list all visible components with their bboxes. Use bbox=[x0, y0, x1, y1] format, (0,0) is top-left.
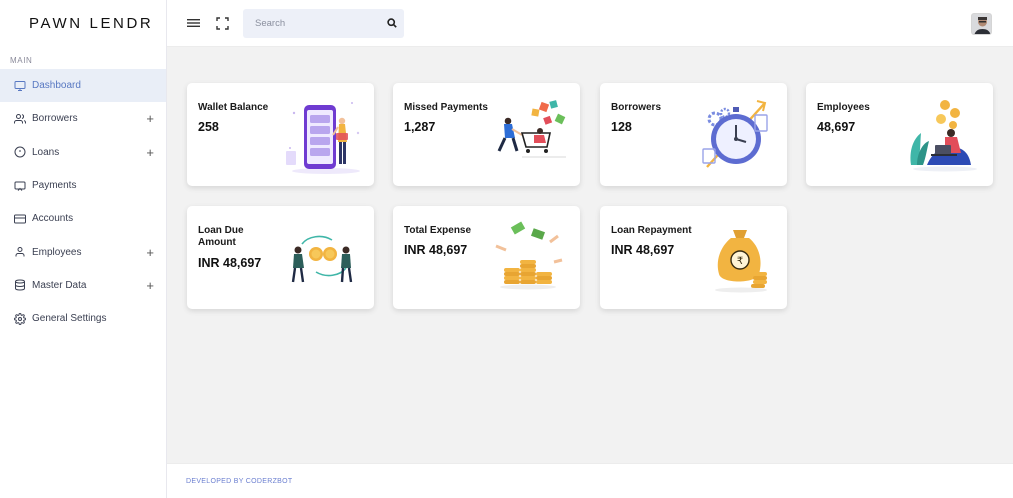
footer-credit[interactable]: DEVELOPED BY CODERZBOT bbox=[186, 478, 292, 485]
stat-card-total-expense[interactable]: Total Expense INR 48,697 bbox=[393, 206, 580, 309]
stat-card-missed-payments[interactable]: Missed Payments 1,287 bbox=[393, 83, 580, 186]
card-value: 258 bbox=[198, 120, 219, 134]
stopwatch-illustration bbox=[702, 100, 768, 168]
sidebar-section-label: MAIN bbox=[10, 56, 33, 65]
card-title: Loan Repayment bbox=[611, 225, 692, 236]
card-value: 1,287 bbox=[404, 120, 436, 134]
sidebar-item-dashboard[interactable]: Dashboard bbox=[0, 69, 166, 103]
gear-icon bbox=[13, 312, 26, 325]
phone-wallet-illustration bbox=[286, 102, 360, 174]
expand-plus-icon[interactable]: + bbox=[146, 246, 154, 259]
topbar bbox=[167, 0, 1013, 47]
person-laptop-illustration bbox=[910, 100, 977, 172]
sidebar-item-label: Employees bbox=[32, 246, 82, 258]
svg-text:₹: ₹ bbox=[737, 256, 743, 267]
stat-card-loan-due-amount[interactable]: Loan Due Amount INR 48,697 bbox=[187, 206, 374, 309]
card-title: Wallet Balance bbox=[198, 102, 269, 113]
sidebar-item-accounts[interactable]: Accounts bbox=[0, 202, 166, 235]
card-title: Employees bbox=[817, 102, 870, 113]
cast-icon bbox=[13, 179, 26, 192]
sidebar-item-label: Payments bbox=[32, 180, 77, 192]
sidebar-item-employees[interactable]: Employees + bbox=[0, 235, 166, 268]
card-title: Missed Payments bbox=[404, 102, 488, 113]
sidebar: PAWN LENDR MAIN Dashboard Borrowers + Lo… bbox=[0, 0, 167, 498]
card-value: INR 48,697 bbox=[198, 256, 262, 270]
expand-plus-icon[interactable]: + bbox=[146, 279, 154, 292]
card-value: INR 48,697 bbox=[404, 243, 468, 257]
shopping-cart-illustration bbox=[497, 100, 566, 158]
brand-logo[interactable]: PAWN LENDR bbox=[0, 0, 166, 47]
sidebar-item-label: Dashboard bbox=[32, 80, 81, 92]
sidebar-item-label: Accounts bbox=[32, 213, 74, 225]
credit-card-icon bbox=[13, 212, 26, 225]
database-icon bbox=[13, 279, 26, 292]
sidebar-item-loans[interactable]: Loans + bbox=[0, 136, 166, 169]
sidebar-item-general-settings[interactable]: General Settings bbox=[0, 302, 166, 335]
user-icon bbox=[13, 246, 26, 259]
search-icon[interactable] bbox=[387, 18, 397, 28]
sidebar-item-label: Master Data bbox=[32, 279, 87, 291]
rupee-bag-illustration: ₹ bbox=[715, 230, 767, 293]
card-value: 128 bbox=[611, 120, 632, 134]
hamburger-menu-icon[interactable] bbox=[186, 16, 200, 30]
stat-card-wallet-balance[interactable]: Wallet Balance 258 bbox=[187, 83, 374, 186]
sidebar-item-master-data[interactable]: Master Data + bbox=[0, 269, 166, 302]
card-value: 48,697 bbox=[817, 120, 856, 134]
card-title: Loan Due Amount bbox=[198, 225, 244, 248]
card-title: Total Expense bbox=[404, 225, 472, 236]
sidebar-item-label: General Settings bbox=[32, 313, 107, 325]
search-input[interactable] bbox=[255, 17, 387, 29]
dashboard-content: Wallet Balance 258 Missed Payments 1,287 bbox=[167, 47, 1013, 463]
stat-card-loan-repayment[interactable]: Loan Repayment INR 48,697 ₹ bbox=[600, 206, 787, 309]
avatar[interactable] bbox=[971, 13, 992, 35]
coin-stack-illustration bbox=[495, 221, 563, 290]
monitor-icon bbox=[13, 79, 26, 92]
footer: DEVELOPED BY CODERZBOT bbox=[167, 463, 1013, 498]
sidebar-item-label: Borrowers bbox=[32, 113, 78, 125]
stat-card-borrowers[interactable]: Borrowers 128 bbox=[600, 83, 787, 186]
sidebar-menu: Dashboard Borrowers + Loans + Payments A… bbox=[0, 69, 166, 335]
card-title: Borrowers bbox=[611, 102, 662, 113]
search-box bbox=[243, 8, 404, 38]
sidebar-item-borrowers[interactable]: Borrowers + bbox=[0, 102, 166, 135]
users-icon bbox=[13, 112, 26, 125]
stat-card-employees[interactable]: Employees 48,697 bbox=[806, 83, 993, 186]
expand-plus-icon[interactable]: + bbox=[146, 112, 154, 125]
expand-plus-icon[interactable]: + bbox=[146, 146, 154, 159]
sidebar-item-label: Loans bbox=[32, 146, 60, 158]
sidebar-item-payments[interactable]: Payments bbox=[0, 169, 166, 202]
coin-exchange-illustration bbox=[291, 235, 353, 283]
card-value: INR 48,697 bbox=[611, 243, 675, 257]
info-icon bbox=[13, 146, 26, 159]
fullscreen-icon[interactable] bbox=[215, 16, 229, 30]
